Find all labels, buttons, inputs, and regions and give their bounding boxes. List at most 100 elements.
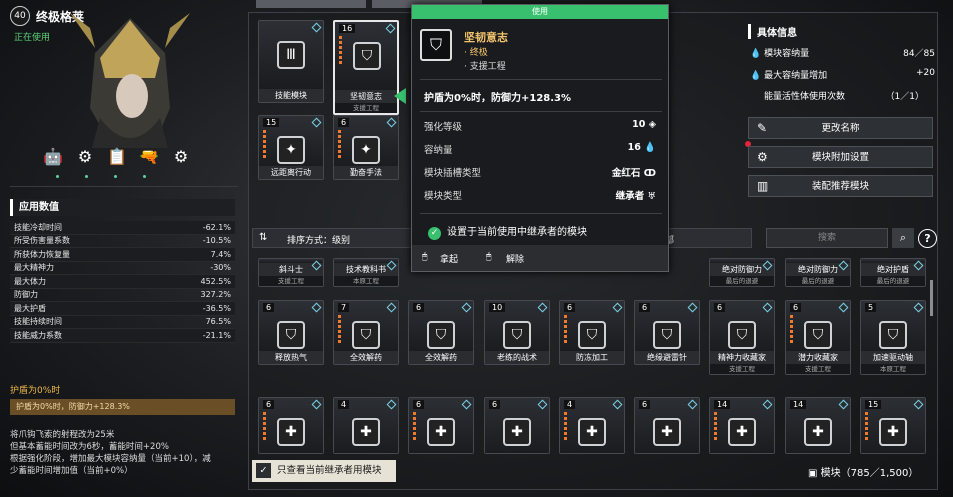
gem-icon: [687, 399, 698, 410]
tooltip-effect: 护盾为0%时，防御力+128.3%: [424, 93, 572, 104]
tooltip-tier: · 终极: [464, 48, 488, 58]
box-icon: ▣: [808, 468, 818, 479]
module-icon: ⛉: [728, 321, 756, 349]
gem-icon: [311, 399, 322, 410]
module-image: 6 ✚: [259, 398, 323, 453]
gem-icon: [913, 302, 924, 313]
module-image: 6 ⛉: [560, 301, 624, 351]
module-card[interactable]: Ⅲ 技能模块: [258, 20, 324, 103]
stat-value: -30%: [210, 263, 231, 273]
tooltip-actions: 🖱 拿起 🖱 解除: [412, 245, 668, 271]
skill-5-icon[interactable]: ⚙: [170, 146, 192, 168]
module-card[interactable]: 6 ⛉ 释放热气: [258, 300, 324, 365]
gem-icon: [838, 302, 849, 313]
module-card[interactable]: 6 ✚: [484, 397, 550, 454]
scrollbar[interactable]: [930, 280, 933, 316]
gem-icon: [762, 302, 773, 313]
tooltip-header[interactable]: 使用: [412, 5, 668, 19]
module-card[interactable]: 6 ✚: [408, 397, 474, 454]
module-type: 支援工程: [786, 364, 850, 374]
module-card[interactable]: 16 ⛉ 坚韧意志 支援工程: [333, 20, 399, 115]
help-icon[interactable]: ?: [918, 229, 937, 248]
module-card[interactable]: 斜斗士 支援工程: [258, 258, 324, 287]
module-card[interactable]: 7 ⛉ 全效解药: [333, 300, 399, 365]
filter-checkbox[interactable]: ✓ 只查看当前继承者用模块: [252, 460, 396, 482]
module-image: 6 ⛉: [786, 301, 850, 351]
stat-label: 最大精神力: [14, 263, 54, 273]
stat-label: 技能冷却时间: [14, 222, 62, 232]
remove-action[interactable]: 解除: [506, 252, 524, 265]
module-icon: ⛉: [879, 321, 907, 349]
module-badge: 14: [790, 400, 807, 409]
pickup-action[interactable]: 拿起: [440, 252, 458, 265]
recommend-button[interactable]: ▥ 装配推荐模块: [748, 175, 933, 197]
sort-label[interactable]: 排序方式：级别: [287, 233, 350, 246]
desc-line: 但基本蓄能时间改为6秒，蓄能时间+20%: [10, 442, 169, 452]
rename-label: 更改名称: [821, 123, 860, 134]
gem-icon: [461, 302, 472, 313]
skill-2-icon[interactable]: ⚙: [74, 146, 96, 168]
rename-button[interactable]: ✎ 更改名称: [748, 117, 933, 139]
search-icon[interactable]: ⌕: [892, 228, 914, 248]
gem-icon: [687, 302, 698, 313]
module-badge: 6: [639, 400, 651, 409]
module-type: 支援工程: [335, 103, 397, 113]
module-card[interactable]: 绝对防御力 最后的退避: [709, 258, 775, 287]
desc-line: 少蓄能时间增加值（当前+0%）: [10, 466, 133, 476]
module-card[interactable]: 10 ⛉ 老练的战术: [484, 300, 550, 365]
module-card[interactable]: 14 ✚: [709, 397, 775, 454]
stat-label: 最大体力: [14, 276, 46, 286]
module-badge: 6: [790, 303, 802, 312]
module-card[interactable]: 6 ⛉ 防冻加工: [559, 300, 625, 365]
module-card[interactable]: 4 ✚: [333, 397, 399, 454]
module-image: 6 ✚: [409, 398, 473, 453]
module-name: 防冻加工: [560, 351, 624, 364]
tab[interactable]: [256, 0, 366, 8]
shield-effect-detail: 护盾为0%时，防御力+128.3%: [10, 399, 235, 415]
module-icon: Ⅲ: [277, 41, 305, 69]
gem-icon: [537, 302, 548, 313]
stat-label: 所受伤害量系数: [14, 236, 70, 246]
module-card[interactable]: 绝对护盾 最后的退避: [860, 258, 926, 287]
skill-3-icon[interactable]: 📋: [106, 146, 128, 168]
gem-icon: [386, 302, 397, 313]
checkbox-check-icon: ✓: [256, 463, 271, 478]
module-card[interactable]: 绝对防御力 最后的退避: [785, 258, 851, 287]
module-card[interactable]: 6 ⛉ 绝缘避雷针: [634, 300, 700, 365]
module-icon: ✚: [879, 418, 907, 446]
capacity-bar: [263, 130, 266, 160]
module-type-label: 模块类型: [424, 191, 463, 202]
skill-4-icon[interactable]: 🔫: [138, 146, 160, 168]
divider: [10, 186, 238, 187]
module-card[interactable]: 6 ⛉ 全效解药: [408, 300, 474, 365]
module-card[interactable]: 6 ⛉ 精神力收藏家 支援工程: [709, 300, 775, 375]
module-image: 16 ⛉: [335, 22, 397, 90]
capacity-bar: [338, 315, 341, 345]
search-input[interactable]: 搜索: [766, 228, 888, 248]
module-tooltip: 使用 ⛉ 坚韧意志 · 终极 · 支援工程 护盾为0%时，防御力+128.3% …: [411, 4, 669, 272]
diamond-icon: ◈: [648, 119, 656, 130]
capacity-bar: [339, 36, 342, 66]
enhance-level-row: 强化等级 10 ◈: [424, 119, 656, 133]
module-card[interactable]: 6 ⛉ 潜力收藏家 支援工程: [785, 300, 851, 375]
module-card[interactable]: 4 ✚: [559, 397, 625, 454]
module-badge: 5: [865, 303, 877, 312]
module-badge: 10: [489, 303, 506, 312]
module-card[interactable]: 6 ✦ 勤奋手法: [333, 115, 399, 180]
sort-icon[interactable]: ⇅: [259, 232, 267, 243]
module-card[interactable]: 5 ⛉ 加速驱动轴 本原工程: [860, 300, 926, 375]
module-card[interactable]: 6 ✚: [258, 397, 324, 454]
skill-1-icon[interactable]: 🤖: [42, 146, 64, 168]
module-card[interactable]: 15 ✚: [860, 397, 926, 454]
pencil-icon: ✎: [757, 121, 768, 135]
stats-list: 技能冷却时间 -62.1% 所受伤害量系数 -10.5% 所获体力恢复量 7.4% 最大精神…: [10, 221, 235, 343]
module-card[interactable]: 技术教科书 本原工程: [333, 258, 399, 287]
module-card[interactable]: 15 ✦ 远距离行动: [258, 115, 324, 180]
module-card[interactable]: 14 ✚: [785, 397, 851, 454]
module-badge: 6: [413, 400, 425, 409]
gem-icon: [311, 22, 322, 33]
module-card[interactable]: 6 ✚: [634, 397, 700, 454]
module-icon: ⛉: [353, 42, 381, 70]
extra-settings-button[interactable]: ⚙ 模块附加设置: [748, 146, 933, 168]
desc-line: 将爪钩飞索的射程改为25米: [10, 430, 115, 440]
